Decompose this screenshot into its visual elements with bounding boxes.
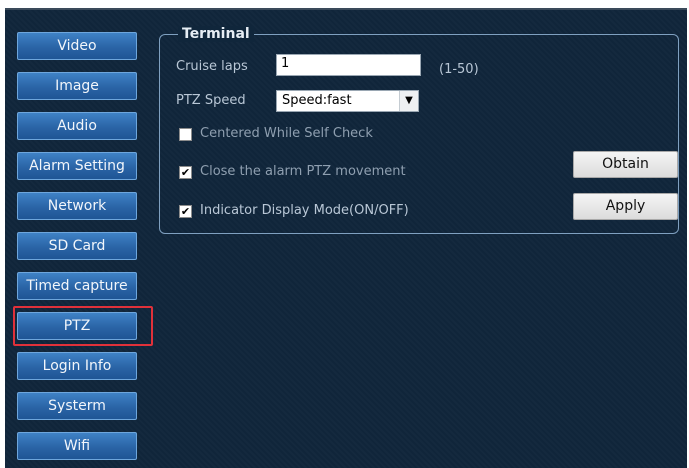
terminal-title: Terminal <box>178 26 254 42</box>
menu-timed-capture-button[interactable]: Timed capture <box>17 272 137 300</box>
menu-systerm-button[interactable]: Systerm <box>17 392 137 420</box>
menu-wifi-button[interactable]: Wifi <box>17 432 137 460</box>
cruise-laps-label: Cruise laps <box>176 59 248 74</box>
apply-button[interactable]: Apply <box>573 193 678 220</box>
dropdown-arrow-icon[interactable]: ▼ <box>399 91 418 111</box>
close-alarm-checkbox[interactable]: ✔ <box>179 166 192 179</box>
menu-image-button[interactable]: Image <box>17 72 137 100</box>
menu-network-button[interactable]: Network <box>17 192 137 220</box>
selected-menu-highlight <box>13 306 153 346</box>
close-alarm-label: Close the alarm PTZ movement <box>200 164 406 179</box>
centered-label: Centered While Self Check <box>200 126 373 141</box>
ptz-speed-select[interactable]: Speed:fast ▼ <box>276 90 419 112</box>
ptz-speed-label: PTZ Speed <box>176 93 246 108</box>
menu-audio-button[interactable]: Audio <box>17 112 137 140</box>
indicator-checkbox[interactable]: ✔ <box>179 205 192 218</box>
settings-window: Video Image Audio Alarm Setting Network … <box>0 0 689 468</box>
indicator-label: Indicator Display Mode(ON/OFF) <box>200 203 409 218</box>
ptz-speed-value: Speed:fast <box>282 93 352 108</box>
cruise-laps-input[interactable]: 1 <box>276 54 421 76</box>
menu-video-button[interactable]: Video <box>17 32 137 60</box>
menu-login-info-button[interactable]: Login Info <box>17 352 137 380</box>
menu-sd-card-button[interactable]: SD Card <box>17 232 137 260</box>
obtain-button[interactable]: Obtain <box>573 151 678 178</box>
menu-alarm-setting-button[interactable]: Alarm Setting <box>17 152 137 180</box>
cruise-laps-range: (1-50) <box>439 62 479 77</box>
centered-checkbox[interactable] <box>179 128 192 141</box>
